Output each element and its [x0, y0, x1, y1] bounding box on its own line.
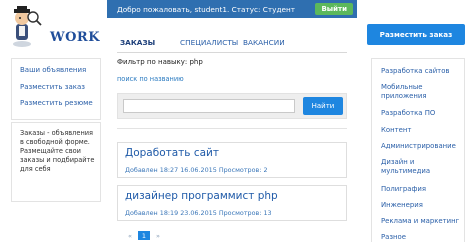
filter-title: Фильтр по навыку: php — [117, 58, 203, 66]
category-item[interactable]: Инженерия — [381, 201, 463, 210]
tabs-divider — [117, 52, 347, 53]
find-button[interactable]: Найти — [303, 97, 343, 115]
category-item[interactable]: Мобильные приложения — [381, 83, 463, 101]
user-status-bar: Добро пожаловать, student1. Статус: Студ… — [107, 0, 357, 18]
place-order-button[interactable]: Разместить заказ — [367, 24, 465, 45]
sidebar-item-my-ads[interactable]: Ваши объявления — [20, 66, 86, 74]
category-item[interactable]: Дизайн и мультимедиа — [381, 158, 463, 176]
tab-orders[interactable]: ЗАКАЗЫ — [120, 38, 155, 47]
category-item[interactable]: Полиграфия — [381, 185, 463, 194]
order-card[interactable]: Доработать сайт Добавлен 18:27 16.06.201… — [117, 142, 347, 178]
sidebar-item-place-resume[interactable]: Разместить резюме — [20, 99, 93, 107]
tab-specialists[interactable]: СПЕЦИАЛИСТЫ — [180, 38, 238, 47]
category-item[interactable]: Разработка сайтов — [381, 67, 463, 76]
category-item[interactable]: Контент — [381, 126, 463, 135]
order-meta: Добавлен 18:27 16.06.2015 Просмотров: 2 — [125, 166, 268, 174]
order-title[interactable]: дизайнер программист php — [125, 190, 278, 202]
order-title[interactable]: Доработать сайт — [125, 147, 219, 159]
logout-button[interactable]: Выйти — [315, 3, 353, 15]
order-card[interactable]: дизайнер программист php Добавлен 18:19 … — [117, 185, 347, 221]
pagination-prev[interactable]: « — [128, 232, 132, 240]
logo-text: WORK — [50, 30, 101, 45]
mascot-icon — [13, 6, 42, 47]
order-meta: Добавлен 18:19 23.06.2015 Просмотров: 13 — [125, 209, 272, 217]
site-logo[interactable]: WORK — [8, 6, 118, 48]
search-by-name-link[interactable]: поиск по названию — [117, 75, 184, 83]
tab-vacancies[interactable]: ВАКАНСИИ — [243, 38, 285, 47]
search-box: Найти — [117, 93, 347, 119]
sidebar-item-place-order[interactable]: Разместить заказ — [20, 83, 85, 91]
sidebar-info: Заказы - объявления в свободной форме. Р… — [11, 122, 101, 202]
welcome-text: Добро пожаловать, student1. Статус: Студ… — [117, 4, 296, 14]
pagination-next[interactable]: » — [156, 232, 160, 240]
search-input[interactable] — [123, 99, 295, 113]
category-item[interactable]: Администрирование — [381, 142, 463, 151]
category-item[interactable]: Реклама и маркетинг — [381, 217, 463, 226]
content-divider — [117, 128, 347, 129]
sidebar-info-text: Заказы - объявления в свободной форме. Р… — [20, 129, 95, 173]
category-item[interactable]: Разработка ПО — [381, 109, 463, 118]
pagination-page-current[interactable]: 1 — [138, 231, 150, 240]
category-list: Разработка сайтов Мобильные приложения Р… — [371, 58, 465, 242]
sidebar-menu: Ваши объявления Разместить заказ Размест… — [11, 58, 101, 120]
